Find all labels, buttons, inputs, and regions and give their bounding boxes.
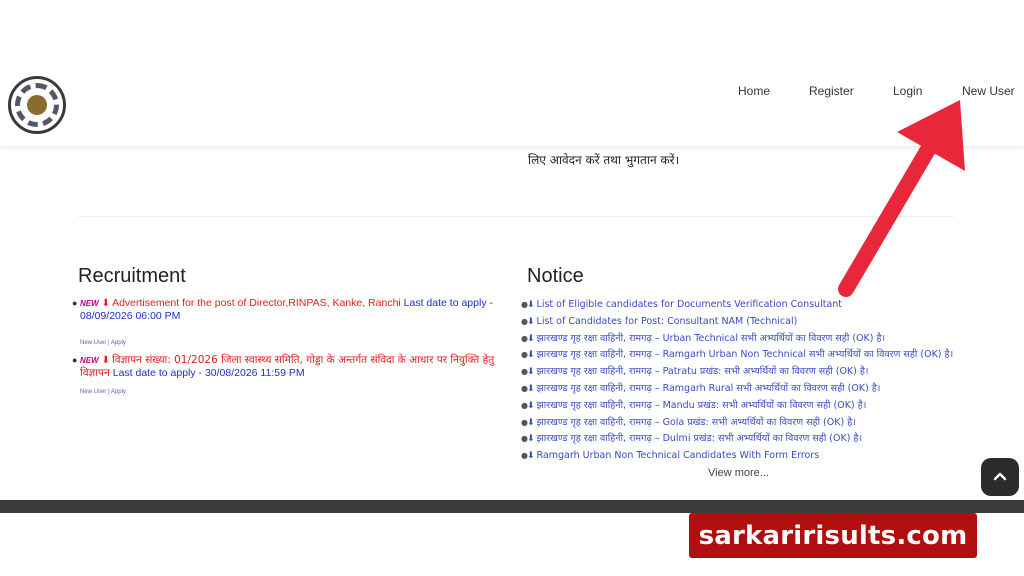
notice-link[interactable]: झारखण्ड गृह रक्षा वाहिनी, रामगढ़ – Dulmi…	[537, 433, 863, 444]
nav-home[interactable]: Home	[738, 84, 770, 98]
notice-link[interactable]: झारखण्ड गृह रक्षा वाहिनी, रामगढ़ – Ramga…	[537, 383, 881, 394]
new-badge: NEW	[80, 299, 99, 308]
bullet: ●	[521, 333, 528, 343]
scroll-top-button[interactable]	[981, 458, 1019, 496]
chevron-up-icon	[993, 472, 1007, 481]
watermark-text: sarkaririsults.com	[698, 520, 968, 551]
notice-item[interactable]: ● ⬇ झारखण्ड गृह रक्षा वाहिनी, रामगढ़ – Man…	[521, 398, 987, 415]
download-icon: ⬇	[527, 400, 535, 411]
recruitment-date: Last date to apply - 30/08/2026 11:59 PM	[112, 367, 305, 379]
bullet: ●	[72, 298, 78, 308]
recruitment-heading: Recruitment	[78, 265, 186, 287]
footer-strip	[0, 500, 1024, 513]
notice-link[interactable]: झारखण्ड गृह रक्षा वाहिनी, रामगढ़ – Urban…	[537, 333, 886, 344]
bullet: ●	[521, 367, 528, 377]
arrow-shaft	[838, 128, 944, 297]
recruitment-list: ● NEW ⬇ Advertisement for the post of Dire…	[72, 297, 508, 403]
notice-item[interactable]: ● ⬇ List of Candidates for Post: Consultan…	[521, 314, 987, 331]
notice-item[interactable]: ● ⬇ झारखण्ड गृह रक्षा वाहिनी, रामगढ़ – Dul…	[521, 431, 987, 448]
intro-text: लिए आवेदन करें तथा भुगतान करें।	[528, 153, 680, 167]
bullet: ●	[521, 451, 528, 461]
download-icon: ⬇	[101, 355, 111, 366]
download-icon: ⬇	[527, 434, 535, 445]
bullet: ●	[521, 400, 528, 410]
recruitment-title[interactable]: Advertisement for the post of Director,R…	[112, 297, 401, 309]
list-item[interactable]: ● NEW ⬇ Advertisement for the post of Dire…	[72, 297, 508, 350]
bullet: ●	[521, 300, 528, 309]
bullet: ●	[521, 383, 528, 393]
notice-list: ● ⬇ List of Eligible candidates for Docume…	[521, 297, 987, 465]
download-icon: ⬇	[527, 333, 535, 344]
nav-new-user[interactable]: New User	[962, 84, 1015, 98]
notice-link[interactable]: List of Candidates for Post: Consultant …	[537, 316, 798, 327]
notice-item[interactable]: ● ⬇ झारखण्ड गृह रक्षा वाहिनी, रामगढ़ – Ram…	[521, 381, 987, 398]
main-nav: Home Register Login New User	[0, 84, 1024, 98]
bullet: ●	[72, 355, 78, 365]
notice-item[interactable]: ● ⬇ List of Eligible candidates for Docume…	[521, 297, 987, 314]
logo-core	[27, 95, 47, 115]
notice-item[interactable]: ● ⬇ झारखण्ड गृह रक्षा वाहिनी, रामगढ़ – Urb…	[521, 331, 987, 348]
notice-link[interactable]: झारखण्ड गृह रक्षा वाहिनी, रामगढ़ – Mandu…	[537, 400, 867, 411]
notice-item[interactable]: ● ⬇ झारखण्ड गृह रक्षा वाहिनी, रामगढ़ – Gol…	[521, 415, 987, 432]
notice-link[interactable]: झारखण्ड गृह रक्षा वाहिनी, रामगढ़ – Gola …	[537, 417, 856, 428]
download-icon: ⬇	[527, 383, 535, 394]
section-divider	[78, 216, 954, 217]
nav-login[interactable]: Login	[893, 84, 922, 98]
bullet: ●	[521, 417, 528, 427]
bullet: ●	[521, 434, 528, 444]
notice-item[interactable]: ● ⬇ Ramgarh Urban Non Technical Candidates…	[521, 448, 987, 465]
download-icon: ⬇	[527, 367, 535, 378]
notice-link[interactable]: List of Eligible candidates for Document…	[537, 299, 842, 310]
download-icon: ⬇	[527, 350, 535, 361]
site-header: Home Register Login New User	[0, 0, 1024, 146]
notice-item[interactable]: ● ⬇ झारखण्ड गृह रक्षा वाहिनी, रामगढ़ – Pat…	[521, 364, 987, 381]
download-icon: ⬇	[527, 316, 535, 327]
notice-link[interactable]: झारखण्ड गृह रक्षा वाहिनी, रामगढ़ – Ramga…	[537, 349, 954, 360]
list-item[interactable]: ● NEW ⬇ विज्ञापन संख्या: 01/2026 जिला स्वा…	[72, 354, 508, 399]
view-more-link[interactable]: View more...	[708, 467, 769, 479]
recruitment-links[interactable]: New User | Apply	[80, 337, 508, 350]
notice-heading: Notice	[527, 265, 584, 287]
notice-item[interactable]: ● ⬇ झारखण्ड गृह रक्षा वाहिनी, रामगढ़ – Ram…	[521, 347, 987, 364]
recruitment-links[interactable]: New User | Apply	[80, 386, 508, 399]
download-icon: ⬇	[527, 451, 535, 462]
notice-link[interactable]: Ramgarh Urban Non Technical Candidates W…	[537, 450, 820, 461]
new-badge: NEW	[80, 356, 99, 365]
download-icon: ⬇	[527, 417, 535, 428]
download-icon: ⬇	[527, 300, 535, 310]
nav-register[interactable]: Register	[809, 84, 854, 98]
notice-link[interactable]: झारखण्ड गृह रक्षा वाहिनी, रामगढ़ – Patra…	[537, 366, 869, 377]
watermark-banner: sarkaririsults.com	[689, 513, 977, 558]
bullet: ●	[521, 316, 528, 326]
download-icon: ⬇	[101, 298, 111, 309]
bullet: ●	[521, 350, 528, 360]
